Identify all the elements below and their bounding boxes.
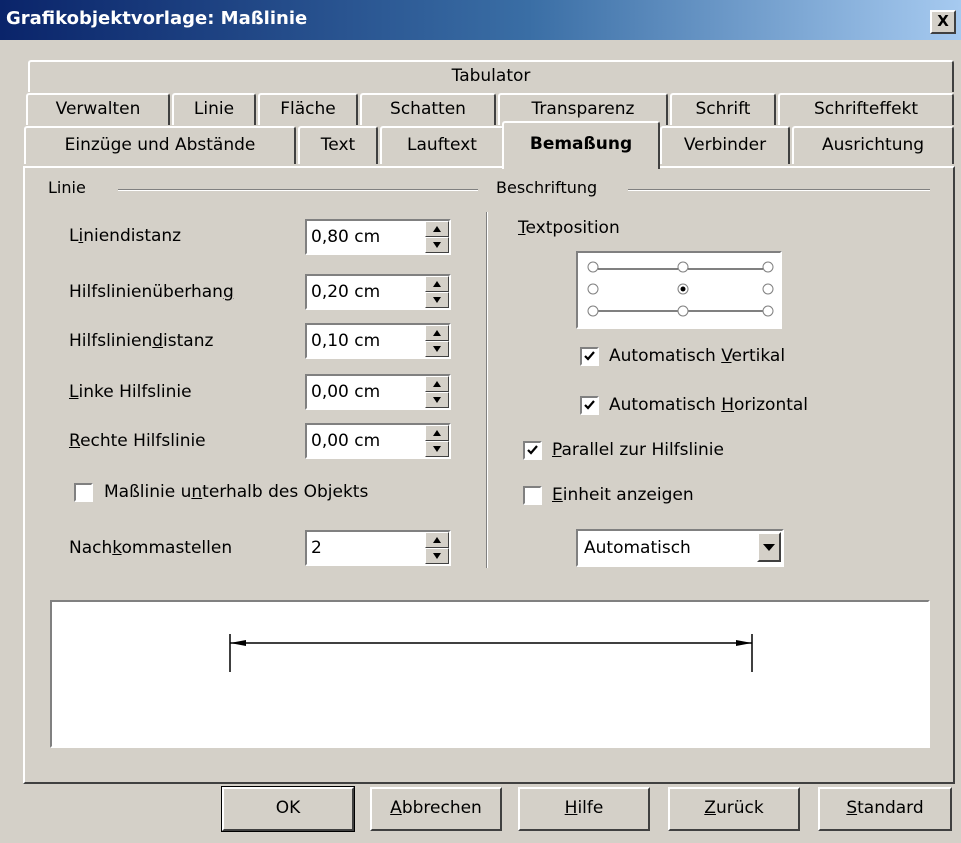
back-button[interactable]: Zurück [668, 787, 800, 831]
rechte-hilfslinie-field[interactable]: 0,00 cm [305, 423, 451, 459]
liniendistanz-field[interactable]: 0,80 cm [305, 219, 451, 255]
tab-flaeche[interactable]: Fläche [258, 93, 358, 125]
parallel-label[interactable]: Parallel zur Hilfslinie [552, 440, 724, 460]
tab-lauftext[interactable]: Lauftext [380, 126, 504, 164]
decimals-label: Nachkommastellen [69, 538, 233, 558]
liniendistanz-spinner[interactable] [425, 221, 449, 253]
hilfsliniendistanz-value: 0,10 cm [311, 331, 381, 351]
group-divider [486, 212, 488, 568]
show-unit-label[interactable]: Einheit anzeigen [552, 485, 694, 505]
tab-schrift[interactable]: Schrift [670, 93, 776, 125]
spin-up-icon[interactable] [425, 376, 449, 392]
spin-down-icon[interactable] [425, 441, 449, 457]
window-title: Grafikobjektvorlage: Maßlinie [6, 8, 308, 29]
linke-hilfslinie-spinner[interactable] [425, 376, 449, 408]
linke-hilfslinie-label: Linke Hilfslinie [69, 382, 192, 402]
rechte-hilfslinie-value: 0,00 cm [311, 431, 381, 451]
spin-down-icon[interactable] [425, 548, 449, 564]
hilfslinienueberhang-label: Hilfslinienüberhang [69, 282, 234, 302]
rechte-hilfslinie-spinner[interactable] [425, 425, 449, 457]
parallel-checkbox[interactable] [523, 441, 542, 460]
checkmark-icon [527, 445, 538, 455]
linie-heading: Linie [48, 178, 92, 197]
tab-bemassung[interactable]: Bemaßung [502, 121, 660, 169]
beschriftung-heading: Beschriftung [496, 178, 604, 197]
unit-select-value: Automatisch [584, 538, 691, 558]
spin-down-icon[interactable] [425, 392, 449, 408]
tab-verwalten[interactable]: Verwalten [26, 93, 170, 125]
decimals-spinner[interactable] [425, 532, 449, 564]
hilfsliniendistanz-label: Hilfsliniendistanz [69, 331, 214, 351]
show-unit-checkbox[interactable] [523, 486, 542, 505]
spin-down-icon[interactable] [425, 292, 449, 308]
spin-up-icon[interactable] [425, 325, 449, 341]
tab-tabulator[interactable]: Tabulator [28, 60, 954, 92]
auto-horizontal-label[interactable]: Automatisch Horizontal [609, 395, 808, 415]
checkmark-icon [584, 351, 595, 361]
decimals-field[interactable]: 2 [305, 530, 451, 566]
liniendistanz-label: Liniendistanz [69, 226, 182, 246]
tab-schatten[interactable]: Schatten [360, 93, 496, 125]
cancel-button[interactable]: Abbrechen [370, 787, 502, 831]
tab-verbinder[interactable]: Verbinder [660, 126, 790, 164]
auto-vertical-checkbox[interactable] [580, 347, 599, 366]
spin-up-icon[interactable] [425, 532, 449, 548]
textposition-label: Textposition [518, 218, 620, 238]
close-icon: X [937, 12, 949, 30]
hilfslinienueberhang-spinner[interactable] [425, 276, 449, 308]
tab-text[interactable]: Text [298, 126, 378, 164]
linke-hilfslinie-field[interactable]: 0,00 cm [305, 374, 451, 410]
rechte-hilfslinie-label: Rechte Hilfslinie [69, 431, 206, 451]
default-button[interactable]: Standard [818, 787, 952, 831]
tab-linie[interactable]: Linie [172, 93, 256, 125]
auto-horizontal-checkbox[interactable] [580, 396, 599, 415]
hilfsliniendistanz-spinner[interactable] [425, 325, 449, 357]
spin-up-icon[interactable] [425, 276, 449, 292]
chevron-down-icon[interactable] [757, 532, 781, 562]
tab-ausrichtung[interactable]: Ausrichtung [792, 126, 954, 164]
tab-schrifteffekt[interactable]: Schrifteffekt [778, 93, 954, 125]
hilfsliniendistanz-field[interactable]: 0,10 cm [305, 323, 451, 359]
hilfslinienueberhang-field[interactable]: 0,20 cm [305, 274, 451, 310]
close-button[interactable]: X [930, 10, 956, 34]
tab-einzuege-abstaende[interactable]: Einzüge und Abstände [24, 126, 296, 164]
unit-select[interactable]: Automatisch [576, 529, 784, 567]
decimals-value: 2 [311, 538, 322, 558]
help-button[interactable]: Hilfe [518, 787, 650, 831]
textposition-grid [587, 261, 774, 317]
spin-down-icon[interactable] [425, 237, 449, 253]
ok-button[interactable]: OK [221, 786, 355, 832]
liniendistanz-value: 0,80 cm [311, 227, 381, 247]
below-object-checkbox[interactable] [74, 483, 93, 502]
linke-hilfslinie-value: 0,00 cm [311, 382, 381, 402]
spin-down-icon[interactable] [425, 341, 449, 357]
below-object-label[interactable]: Maßlinie unterhalb des Objekts [104, 482, 368, 502]
auto-vertical-label[interactable]: Automatisch Vertikal [609, 346, 785, 366]
dimension-line-preview [229, 634, 753, 672]
spin-up-icon[interactable] [425, 221, 449, 237]
hilfslinienueberhang-value: 0,20 cm [311, 282, 381, 302]
spin-up-icon[interactable] [425, 425, 449, 441]
beschriftung-separator [628, 189, 930, 191]
checkmark-icon [584, 400, 595, 410]
preview-area [50, 600, 930, 748]
textposition-selector[interactable] [576, 251, 782, 329]
linie-separator [118, 189, 478, 191]
